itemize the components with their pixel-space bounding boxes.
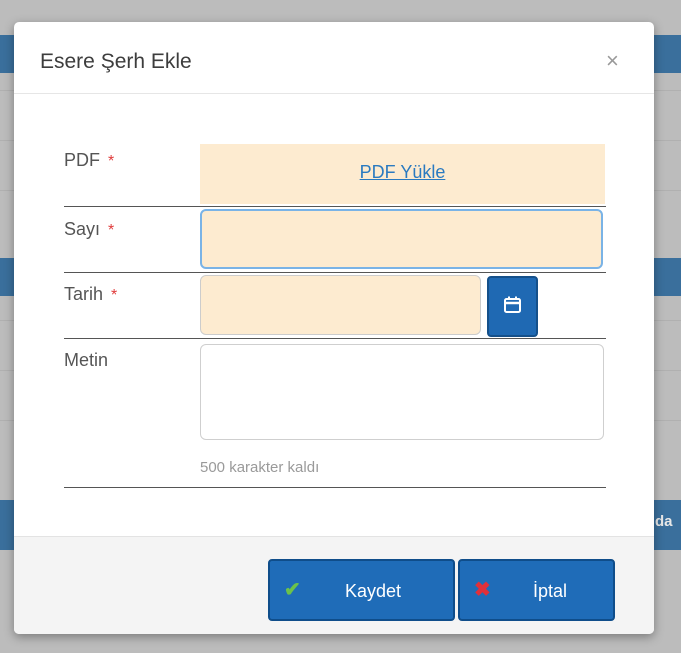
pdf-upload-area: PDF Yükle (200, 144, 605, 204)
cancel-button[interactable]: ✖ İptal (458, 559, 615, 621)
pdf-label: PDF * (64, 150, 114, 171)
save-button[interactable]: ✔ Kaydet (268, 559, 455, 621)
calendar-icon (504, 296, 521, 313)
divider (64, 272, 606, 273)
checkmark-icon: ✔ (284, 579, 301, 601)
char-count-hint: 500 karakter kaldı (200, 459, 320, 476)
divider (64, 206, 606, 207)
modal-title: Esere Şerh Ekle (40, 50, 192, 73)
tarih-label: Tarih * (64, 284, 117, 305)
close-icon[interactable]: × (606, 50, 619, 72)
add-annotation-modal: Esere Şerh Ekle × PDF * PDF Yükle Sayı * T… (14, 22, 654, 634)
divider (64, 487, 606, 488)
cancel-button-label: İptal (533, 581, 568, 601)
required-marker: * (111, 287, 118, 304)
metin-textarea[interactable] (200, 344, 604, 440)
metin-label-text: Metin (64, 350, 109, 370)
modal-header: Esere Şerh Ekle × (14, 22, 654, 94)
sayi-label: Sayı * (64, 219, 114, 240)
required-marker: * (108, 153, 115, 170)
calendar-button[interactable] (487, 276, 538, 337)
metin-label: Metin (64, 350, 108, 371)
divider (64, 338, 606, 339)
sayi-label-text: Sayı (64, 219, 101, 239)
pdf-label-text: PDF (64, 150, 100, 170)
pdf-upload-link[interactable]: PDF Yükle (200, 162, 605, 183)
save-button-label: Kaydet (345, 581, 402, 601)
background-text-fragment: da (655, 513, 673, 530)
required-marker: * (108, 222, 115, 239)
cross-icon: ✖ (474, 579, 491, 601)
tarih-label-text: Tarih (64, 284, 104, 304)
modal-footer: ✔ Kaydet ✖ İptal (14, 536, 654, 634)
tarih-input[interactable] (200, 275, 481, 335)
sayi-input[interactable] (200, 209, 603, 269)
